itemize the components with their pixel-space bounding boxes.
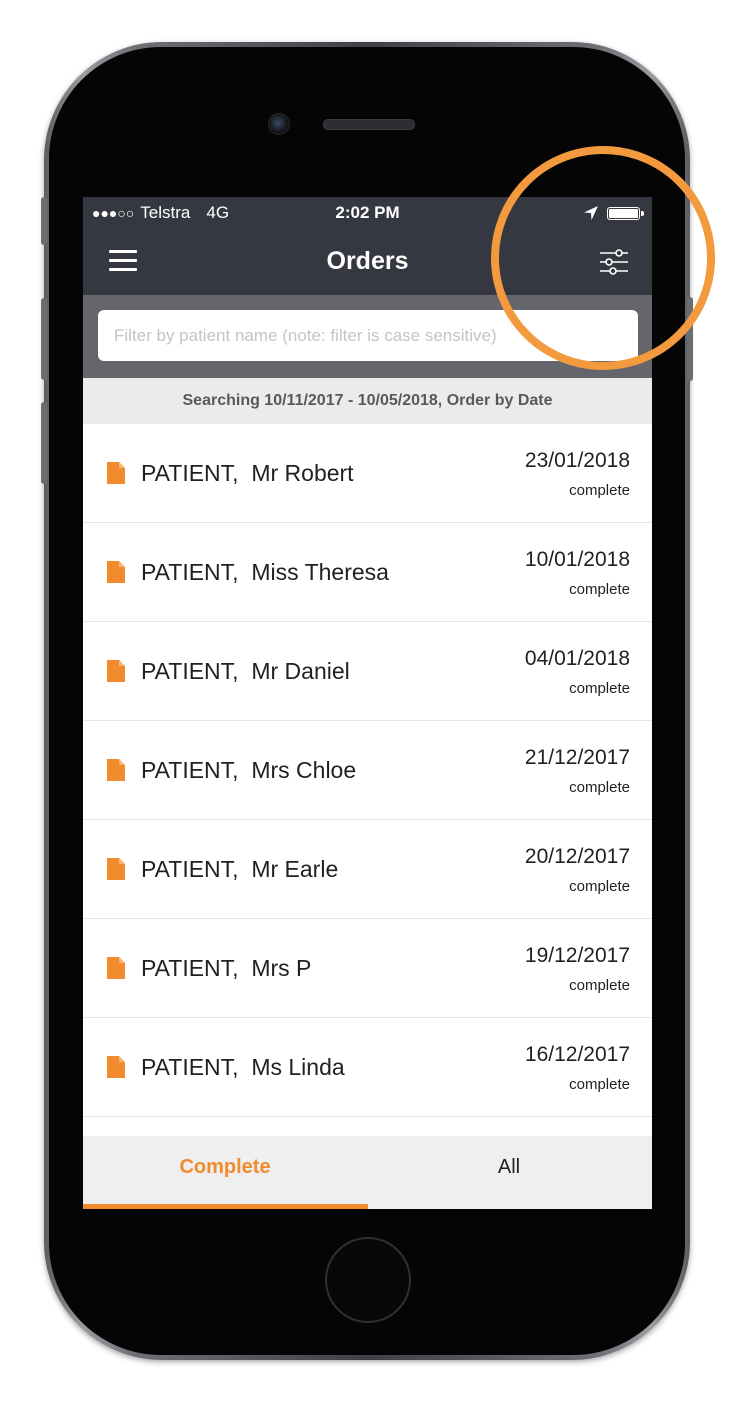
volume-up-button — [41, 298, 47, 380]
status-time: 2:02 PM — [335, 203, 400, 222]
navigation-bar: Orders — [83, 230, 652, 295]
patient-name: PATIENT, Mrs Chloe — [141, 757, 357, 783]
patient-name: PATIENT, Mrs P — [141, 955, 312, 981]
app-screen: ●●●○○ Telstra 4G 2:02 PM Orders Filter b… — [83, 197, 652, 1209]
order-date: 21/12/2017 — [524, 746, 630, 769]
front-camera — [268, 113, 290, 135]
bottom-tab-bar: Complete All — [83, 1136, 652, 1209]
page-title: Orders — [326, 247, 409, 275]
earpiece-speaker — [323, 119, 415, 130]
mute-switch — [41, 197, 47, 245]
status-bar: ●●●○○ Telstra 4G 2:02 PM — [83, 197, 652, 230]
document-icon — [107, 759, 125, 781]
battery-level — [609, 209, 638, 218]
document-icon — [107, 462, 125, 484]
order-date: 20/12/2017 — [524, 845, 630, 868]
document-icon — [107, 1056, 125, 1078]
tab-all[interactable]: All — [367, 1136, 651, 1209]
patient-name: PATIENT, Mr Robert — [141, 460, 354, 486]
order-status: complete — [569, 878, 630, 895]
order-date: 23/01/2018 — [524, 449, 630, 472]
order-row[interactable]: PATIENT, Mrs P 19/12/2017 complete — [83, 919, 652, 1018]
active-tab-indicator — [83, 1204, 368, 1209]
patient-name: PATIENT, Ms Linda — [141, 1054, 345, 1080]
order-row[interactable]: PATIENT, Mrs Chloe 21/12/2017 complete — [83, 721, 652, 820]
power-button — [687, 297, 693, 381]
patient-filter-input[interactable] — [98, 310, 638, 361]
order-row[interactable]: PATIENT, Mr Earle 20/12/2017 complete — [83, 820, 652, 919]
order-date: 10/01/2018 — [524, 548, 630, 571]
order-row[interactable]: PATIENT, Mr Daniel 04/01/2018 complete — [83, 622, 652, 721]
filter-sliders-icon[interactable] — [597, 245, 631, 279]
order-status: complete — [569, 1076, 630, 1093]
order-row[interactable]: PATIENT, Mr Robert 23/01/2018 complete — [83, 424, 652, 523]
patient-name: PATIENT, Mr Earle — [141, 856, 339, 882]
order-row[interactable]: PATIENT, Ms Linda 16/12/2017 complete — [83, 1018, 652, 1117]
search-info-banner: Searching 10/11/2017 - 10/05/2018, Order… — [83, 378, 652, 424]
order-date: 19/12/2017 — [524, 944, 630, 967]
tab-complete[interactable]: Complete — [83, 1136, 367, 1209]
order-date: 16/12/2017 — [524, 1043, 630, 1066]
order-status: complete — [569, 581, 630, 598]
volume-down-button — [41, 402, 47, 484]
order-row[interactable]: PATIENT, Miss Theresa 10/01/2018 complet… — [83, 523, 652, 622]
order-status: complete — [569, 680, 630, 697]
document-icon — [107, 660, 125, 682]
battery-tip — [641, 211, 644, 216]
document-icon — [107, 561, 125, 583]
order-status: complete — [569, 482, 630, 499]
document-icon — [107, 957, 125, 979]
order-list: PATIENT, Mr Robert 23/01/2018 complete P… — [83, 424, 652, 1117]
patient-name: PATIENT, Miss Theresa — [141, 559, 389, 585]
order-status: complete — [569, 779, 630, 796]
battery-icon — [607, 207, 640, 220]
order-status: complete — [569, 977, 630, 994]
document-icon — [107, 858, 125, 880]
order-date: 04/01/2018 — [524, 647, 630, 670]
home-button[interactable] — [325, 1237, 411, 1323]
patient-name: PATIENT, Mr Daniel — [141, 658, 350, 684]
location-arrow-icon — [584, 206, 598, 220]
search-area — [83, 295, 652, 378]
